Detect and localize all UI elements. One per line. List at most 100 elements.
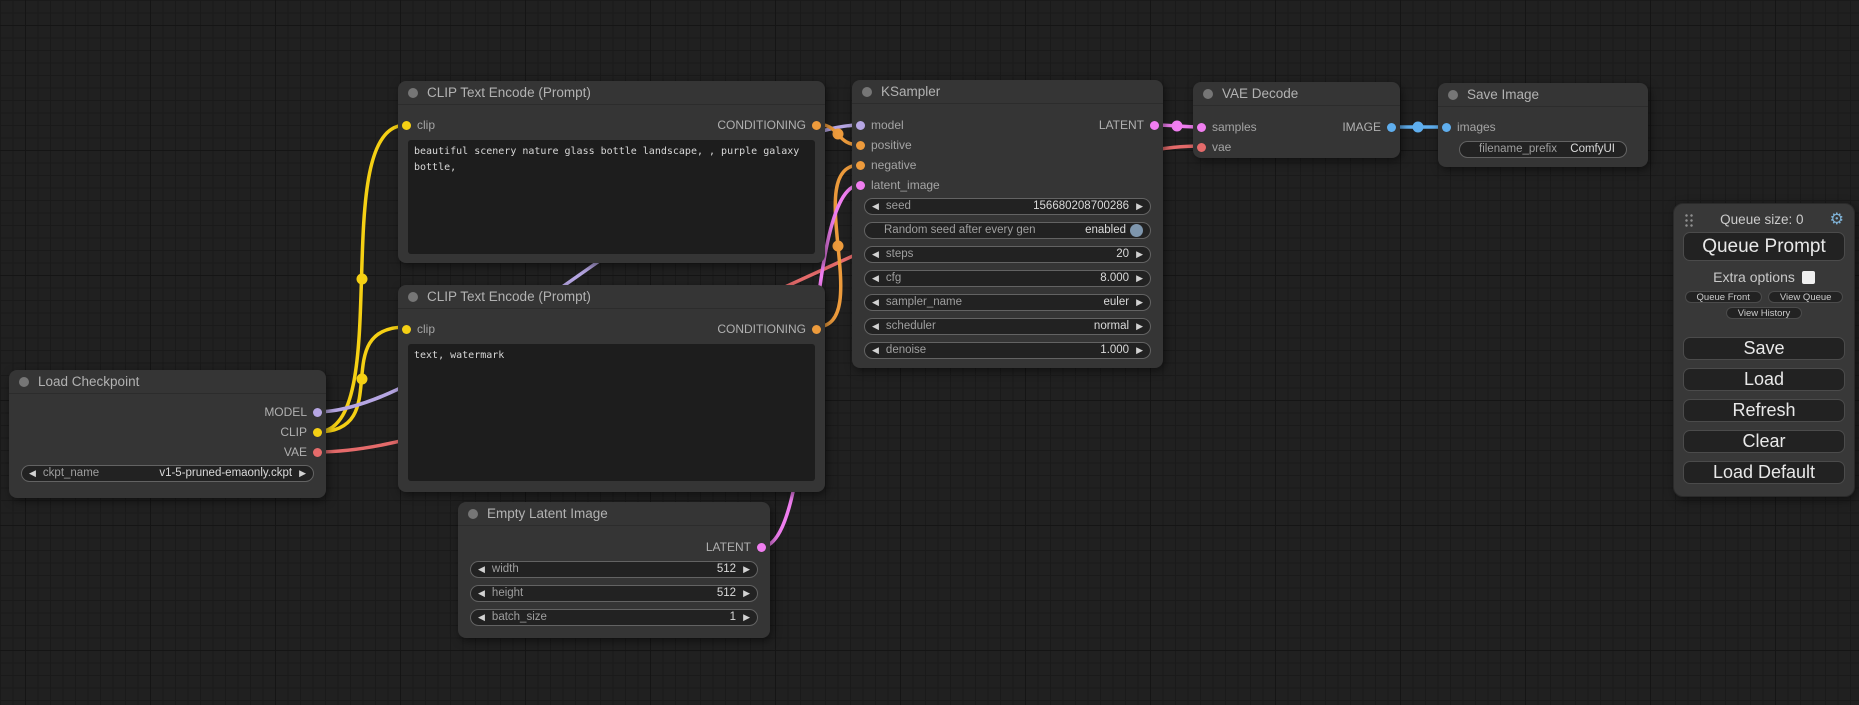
widget-label: scheduler	[886, 319, 1094, 334]
collapse-dot-icon[interactable]	[468, 509, 478, 519]
model-input-port[interactable]	[856, 121, 865, 130]
collapse-dot-icon[interactable]	[408, 88, 418, 98]
positive-prompt-textarea[interactable]: beautiful scenery nature glass bottle la…	[408, 140, 815, 254]
widget-value: 512	[717, 586, 736, 601]
node-empty-latent-image[interactable]: Empty Latent Image LATENT ◀ width 512 ▶ …	[458, 502, 770, 638]
input-label-clip: clip	[417, 118, 435, 132]
queue-front-button[interactable]: Queue Front	[1685, 291, 1762, 303]
increment-arrow-icon[interactable]: ▶	[1136, 199, 1143, 214]
node-ksampler[interactable]: KSampler model LATENT positive negative …	[852, 80, 1163, 368]
save-button[interactable]: Save	[1683, 337, 1845, 360]
steps-number-widget[interactable]: ◀ steps 20 ▶	[864, 246, 1151, 263]
load-default-button[interactable]: Load Default	[1683, 461, 1845, 484]
increment-arrow-icon[interactable]: ▶	[743, 586, 750, 601]
gear-icon[interactable]: ⚙	[1830, 213, 1844, 227]
ckpt-name-combo[interactable]: ◀ ckpt_name v1-5-pruned-emaonly.ckpt ▶	[21, 465, 314, 482]
link-midpoint-dot	[833, 241, 844, 252]
latent-image-input-port[interactable]	[856, 181, 865, 190]
collapse-dot-icon[interactable]	[19, 377, 29, 387]
clear-button[interactable]: Clear	[1683, 430, 1845, 453]
scheduler-combo[interactable]: ◀ scheduler normal ▶	[864, 318, 1151, 335]
cfg-number-widget[interactable]: ◀ cfg 8.000 ▶	[864, 270, 1151, 287]
input-label-vae: vae	[1212, 140, 1231, 154]
increment-arrow-icon[interactable]: ▶	[743, 562, 750, 577]
node-save-image[interactable]: Save Image images filename_prefix ComfyU…	[1438, 83, 1648, 167]
batch-size-number-widget[interactable]: ◀ batch_size 1 ▶	[470, 609, 758, 626]
decrement-arrow-icon[interactable]: ◀	[872, 199, 879, 214]
load-button[interactable]: Load	[1683, 368, 1845, 391]
view-history-button[interactable]: View History	[1726, 307, 1803, 319]
toggle-dot-icon[interactable]	[1130, 224, 1143, 237]
output-label-clip: CLIP	[280, 425, 307, 439]
node-titlebar[interactable]: CLIP Text Encode (Prompt)	[398, 81, 825, 105]
samples-input-port[interactable]	[1197, 123, 1206, 132]
decrement-arrow-icon[interactable]: ◀	[872, 271, 879, 286]
node-titlebar[interactable]: Save Image	[1438, 83, 1648, 107]
negative-prompt-textarea[interactable]: text, watermark	[408, 344, 815, 481]
image-output-port[interactable]	[1387, 123, 1396, 132]
increment-arrow-icon[interactable]: ▶	[1136, 247, 1143, 262]
queue-prompt-button[interactable]: Queue Prompt	[1683, 232, 1845, 261]
vae-input-port[interactable]	[1197, 143, 1206, 152]
conditioning-output-port[interactable]	[812, 121, 821, 130]
node-titlebar[interactable]: Load Checkpoint	[9, 370, 326, 394]
vae-output-port[interactable]	[313, 448, 322, 457]
node-clip-text-encode-positive[interactable]: CLIP Text Encode (Prompt) clip CONDITION…	[398, 81, 825, 263]
random-seed-toggle-widget[interactable]: Random seed after every gen enabled	[864, 222, 1151, 239]
seed-number-widget[interactable]: ◀ seed 156680208700286 ▶	[864, 198, 1151, 215]
decrement-arrow-icon[interactable]: ◀	[478, 610, 485, 625]
conditioning-output-port[interactable]	[812, 325, 821, 334]
width-number-widget[interactable]: ◀ width 512 ▶	[470, 561, 758, 578]
sampler-name-combo[interactable]: ◀ sampler_name euler ▶	[864, 294, 1151, 311]
collapse-dot-icon[interactable]	[862, 87, 872, 97]
increment-arrow-icon[interactable]: ▶	[299, 466, 306, 481]
input-label-latent-image: latent_image	[871, 178, 940, 192]
height-number-widget[interactable]: ◀ height 512 ▶	[470, 585, 758, 602]
widget-label: steps	[886, 247, 1116, 262]
clip-input-port[interactable]	[402, 121, 411, 130]
refresh-button[interactable]: Refresh	[1683, 399, 1845, 422]
model-output-port[interactable]	[313, 408, 322, 417]
extra-options-checkbox[interactable]	[1802, 271, 1815, 284]
collapse-dot-icon[interactable]	[408, 292, 418, 302]
increment-arrow-icon[interactable]: ▶	[1136, 271, 1143, 286]
drag-handle-icon[interactable]	[1684, 213, 1694, 227]
decrement-arrow-icon[interactable]: ◀	[478, 586, 485, 601]
denoise-number-widget[interactable]: ◀ denoise 1.000 ▶	[864, 342, 1151, 359]
widget-label: cfg	[886, 271, 1100, 286]
collapse-dot-icon[interactable]	[1203, 89, 1213, 99]
node-load-checkpoint[interactable]: Load Checkpoint MODEL CLIP VAE ◀ ckpt_na…	[9, 370, 326, 498]
clip-output-port[interactable]	[313, 428, 322, 437]
increment-arrow-icon[interactable]: ▶	[743, 610, 750, 625]
decrement-arrow-icon[interactable]: ◀	[478, 562, 485, 577]
port-row: LATENT	[458, 537, 770, 557]
decrement-arrow-icon[interactable]: ◀	[872, 343, 879, 358]
node-title-text: Save Image	[1467, 87, 1539, 102]
decrement-arrow-icon[interactable]: ◀	[29, 466, 36, 481]
decrement-arrow-icon[interactable]: ◀	[872, 247, 879, 262]
increment-arrow-icon[interactable]: ▶	[1136, 343, 1143, 358]
latent-output-port[interactable]	[1150, 121, 1159, 130]
widget-value: ComfyUI	[1570, 142, 1615, 157]
clip-input-port[interactable]	[402, 325, 411, 334]
port-row: clip CONDITIONING	[398, 115, 825, 135]
view-queue-button[interactable]: View Queue	[1768, 291, 1844, 303]
node-clip-text-encode-negative[interactable]: CLIP Text Encode (Prompt) clip CONDITION…	[398, 285, 825, 492]
filename-prefix-widget[interactable]: filename_prefix ComfyUI	[1459, 141, 1627, 158]
node-vae-decode[interactable]: VAE Decode samples IMAGE vae	[1193, 82, 1400, 158]
widget-value: 1	[730, 610, 736, 625]
latent-output-port[interactable]	[757, 543, 766, 552]
node-titlebar[interactable]: CLIP Text Encode (Prompt)	[398, 285, 825, 309]
increment-arrow-icon[interactable]: ▶	[1136, 319, 1143, 334]
decrement-arrow-icon[interactable]: ◀	[872, 295, 879, 310]
widget-label: filename_prefix	[1479, 142, 1570, 157]
increment-arrow-icon[interactable]: ▶	[1136, 295, 1143, 310]
node-titlebar[interactable]: VAE Decode	[1193, 82, 1400, 106]
node-titlebar[interactable]: KSampler	[852, 80, 1163, 104]
node-titlebar[interactable]: Empty Latent Image	[458, 502, 770, 526]
collapse-dot-icon[interactable]	[1448, 90, 1458, 100]
negative-input-port[interactable]	[856, 161, 865, 170]
positive-input-port[interactable]	[856, 141, 865, 150]
decrement-arrow-icon[interactable]: ◀	[872, 319, 879, 334]
images-input-port[interactable]	[1442, 123, 1451, 132]
